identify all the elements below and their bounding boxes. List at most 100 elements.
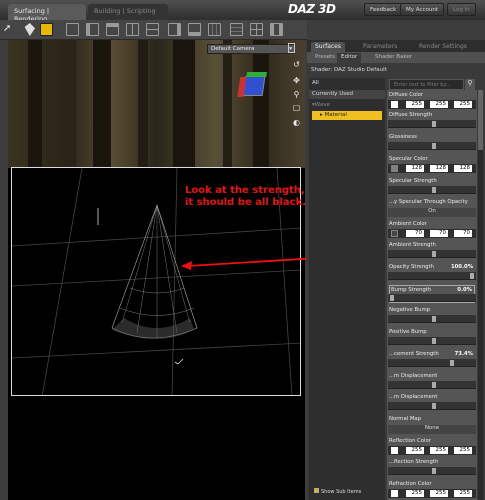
zoom-icon[interactable]: ⚲ (292, 90, 301, 99)
maximize-icon[interactable] (288, 43, 295, 53)
displacement-strength-value: 73.4% (454, 351, 473, 357)
properties-scrollbar[interactable] (478, 90, 483, 500)
layout-split-v-icon[interactable] (126, 23, 139, 36)
specular-color-swatch[interactable] (391, 165, 398, 172)
surface-properties: Diffuse Color 255 255 255 Diffuse Streng… (387, 90, 477, 500)
reflection-color-row: 255 255 255 (388, 446, 476, 455)
diffuse-strength-label: Diffuse Strength (389, 112, 433, 118)
log-in-button[interactable]: Log In (447, 3, 476, 16)
filter-input[interactable]: Enter text to filter by... (389, 79, 464, 90)
bump-strength-value: 0.0% (457, 287, 472, 293)
opacity-strength-value: 100.0% (450, 264, 473, 270)
diffuse-color-swatch[interactable] (391, 101, 398, 108)
camera-dropdown[interactable]: Default Camera ▾ (207, 44, 295, 54)
reflection-g[interactable]: 255 (430, 447, 448, 454)
app-window: Surfacing | Rendering Building | Scripti… (0, 0, 485, 500)
normal-map-select[interactable]: None (388, 425, 476, 434)
render-icon[interactable] (24, 23, 35, 36)
ambient-strength-slider[interactable] (388, 250, 476, 258)
layout-left-icon[interactable] (86, 23, 99, 36)
list-item-all[interactable]: All (312, 80, 319, 86)
min-displacement-label: ...m Displacement (389, 373, 438, 379)
list-item-wave[interactable]: ▾Wave (312, 102, 330, 108)
list-item-currently-used[interactable]: Currently Used (309, 90, 385, 99)
tab-building-scripting[interactable]: Building | Scripting (88, 4, 168, 20)
layout-right-icon[interactable] (168, 23, 181, 36)
diffuse-strength-slider[interactable] (388, 120, 476, 128)
specular-strength-slider[interactable] (388, 186, 476, 194)
reflection-strength-label: ...flection Strength (389, 459, 439, 465)
ambient-g[interactable]: 70 (430, 230, 448, 237)
layout-triple-v-icon[interactable] (208, 23, 221, 36)
layout-split-h-icon[interactable] (146, 23, 159, 36)
move-icon[interactable]: ✥ (292, 76, 301, 85)
tab-shader-baker[interactable]: Shader Baker (371, 53, 416, 63)
positive-bump-slider[interactable] (388, 337, 476, 345)
surface-list: All Currently Used ▾Wave ▸ Material (309, 78, 385, 500)
layout-top-icon[interactable] (106, 23, 119, 36)
refraction-g[interactable]: 255 (430, 490, 448, 497)
min-displacement-slider[interactable] (388, 381, 476, 389)
ambient-b[interactable]: 70 (454, 230, 472, 237)
refraction-r[interactable]: 255 (406, 490, 424, 497)
tab-surfacing-rendering[interactable]: Surfacing | Rendering (8, 4, 86, 23)
reflection-r[interactable]: 255 (406, 447, 424, 454)
tab-presets[interactable]: Presets (311, 53, 339, 63)
layout-bottom-icon[interactable] (188, 23, 201, 36)
view-cube[interactable] (237, 72, 267, 97)
specular-strength-label: Specular Strength (389, 178, 437, 184)
my-account-button[interactable]: My Account (400, 3, 444, 16)
ambient-strength-label: Ambient Strength (389, 242, 436, 248)
specular-g[interactable]: 128 (430, 165, 448, 172)
displacement-strength-label: ...cement Strength 73.4% (389, 351, 473, 357)
tab-surfaces[interactable]: Surfaces (311, 42, 345, 52)
bump-strength-slider[interactable] (388, 294, 476, 302)
spec-through-opacity-toggle[interactable]: On (388, 208, 476, 217)
ambient-r[interactable]: 70 (406, 230, 424, 237)
specular-color-row: 128 128 128 (388, 164, 476, 173)
displacement-strength-slider[interactable] (388, 359, 476, 367)
opacity-strength-slider[interactable] (388, 272, 476, 280)
reflection-color-swatch[interactable] (391, 447, 398, 454)
opacity-strength-label: Opacity Strength 100.0% (389, 264, 473, 270)
panel-tabs: Surfaces Parameters Render Settings (307, 40, 485, 52)
rotate-icon[interactable]: ↺ (292, 60, 301, 69)
reflection-b[interactable]: 255 (454, 447, 472, 454)
orbit-icon[interactable]: ◐ (292, 118, 301, 127)
diffuse-color-row: 255 255 255 (388, 100, 476, 109)
glossiness-slider[interactable] (388, 142, 476, 150)
negative-bump-slider[interactable] (388, 315, 476, 323)
tab-parameters[interactable]: Parameters (359, 42, 401, 52)
layout-center-icon[interactable] (270, 23, 283, 36)
feedback-button[interactable]: Feedback (364, 3, 403, 16)
daz-logo: DAZ 3D (288, 2, 336, 16)
refraction-color-swatch[interactable] (391, 490, 398, 497)
camera-label: Default Camera (211, 46, 255, 52)
negative-bump-label: Negative Bump (389, 307, 430, 313)
diffuse-r[interactable]: 255 (406, 101, 424, 108)
diffuse-g[interactable]: 255 (430, 101, 448, 108)
max-displacement-slider[interactable] (388, 402, 476, 410)
viewport[interactable]: Default Camera ▾ ↺ ✥ ⚲ ▢ ◐ (8, 40, 305, 500)
layout-quad-icon[interactable] (250, 23, 263, 36)
search-icon[interactable]: ⚲ (465, 79, 475, 90)
ambient-color-swatch[interactable] (391, 230, 398, 237)
list-item-material[interactable]: ▸ Material (312, 111, 382, 120)
tab-render-settings[interactable]: Render Settings (415, 42, 471, 52)
reflection-color-label: Reflection Color (389, 438, 431, 444)
specular-b[interactable]: 128 (454, 165, 472, 172)
tab-editor[interactable]: Editor (337, 53, 362, 63)
frame-icon[interactable]: ▢ (292, 103, 301, 112)
diffuse-b[interactable]: 255 (454, 101, 472, 108)
camera-icon[interactable] (40, 23, 53, 36)
refraction-b[interactable]: 255 (454, 490, 472, 497)
top-bar: Surfacing | Rendering Building | Scripti… (0, 0, 485, 23)
reflection-strength-slider[interactable] (388, 467, 476, 475)
show-sub-items-checkbox[interactable]: Show Sub Items (314, 488, 361, 495)
layout-single-icon[interactable] (66, 23, 79, 36)
specular-r[interactable]: 128 (406, 165, 424, 172)
specular-color-label: Specular Color (389, 156, 428, 162)
layout-triple-h-icon[interactable] (230, 23, 243, 36)
surface-subtabs: Presets Editor Shader Baker (307, 52, 485, 63)
pointer-icon[interactable]: ➚ (3, 23, 16, 36)
